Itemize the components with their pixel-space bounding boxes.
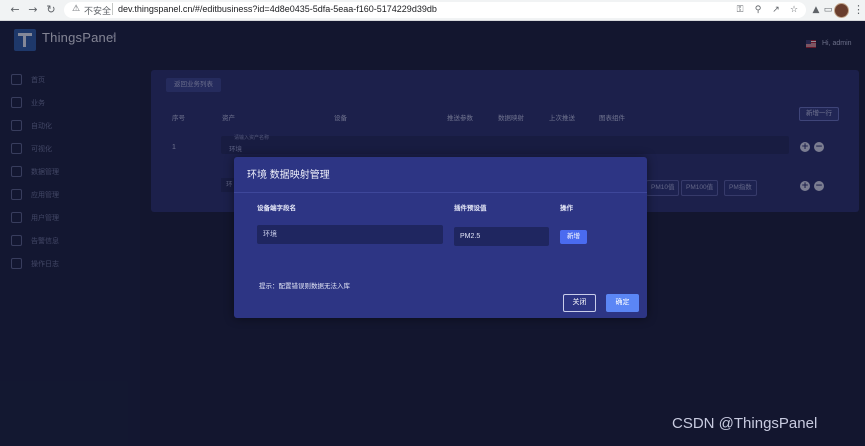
device-field-input[interactable]: 环境 [257,225,443,244]
key-icon[interactable]: ⚿ [734,4,746,16]
share-icon[interactable]: ↗ [770,4,782,16]
address-separator [112,3,113,15]
column-header-preset: 插件预设值 [454,205,487,212]
preset-value-select[interactable]: PM2.5 [454,227,549,246]
dialog-divider [234,192,647,193]
back-arrow-icon[interactable]: ← [8,3,22,17]
browser-toolbar: ← → ↻ ⚠ 不安全 dev.thingspanel.cn/#/editbus… [0,0,865,21]
data-mapping-dialog: 环境 数据映射管理 设备端字段名 插件预设值 操作 环境 PM2.5 新增 提示… [234,157,647,318]
close-button[interactable]: 关闭 [563,294,596,312]
address-bar[interactable]: ⚠ 不安全 dev.thingspanel.cn/#/editbusiness?… [64,2,806,18]
add-mapping-button[interactable]: 新增 [560,230,587,244]
reload-icon[interactable]: ↻ [44,3,58,17]
bookmark-star-icon[interactable]: ☆ [788,4,800,16]
forward-arrow-icon[interactable]: → [26,3,40,17]
warning-icon: ⚠ [72,4,81,14]
confirm-button[interactable]: 确定 [606,294,639,312]
security-label: 不安全 [84,6,112,16]
zoom-icon[interactable]: ⚲ [752,4,764,16]
url-text[interactable]: dev.thingspanel.cn/#/editbusiness?id=4d8… [118,4,437,14]
profile-avatar[interactable] [834,3,849,18]
dialog-title: 环境 数据映射管理 [247,170,330,181]
browser-menu-icon[interactable]: ⋮ [853,3,864,17]
column-header-action: 操作 [560,205,573,212]
extensions-puzzle-icon[interactable]: ▲ [810,4,822,16]
config-hint: 提示：配置错误则数据无法入库 [259,283,350,290]
column-header-device-field: 设备端字段名 [257,205,296,212]
sidepanel-icon[interactable]: ▭ [822,4,834,16]
watermark: CSDN @ThingsPanel [672,415,818,432]
